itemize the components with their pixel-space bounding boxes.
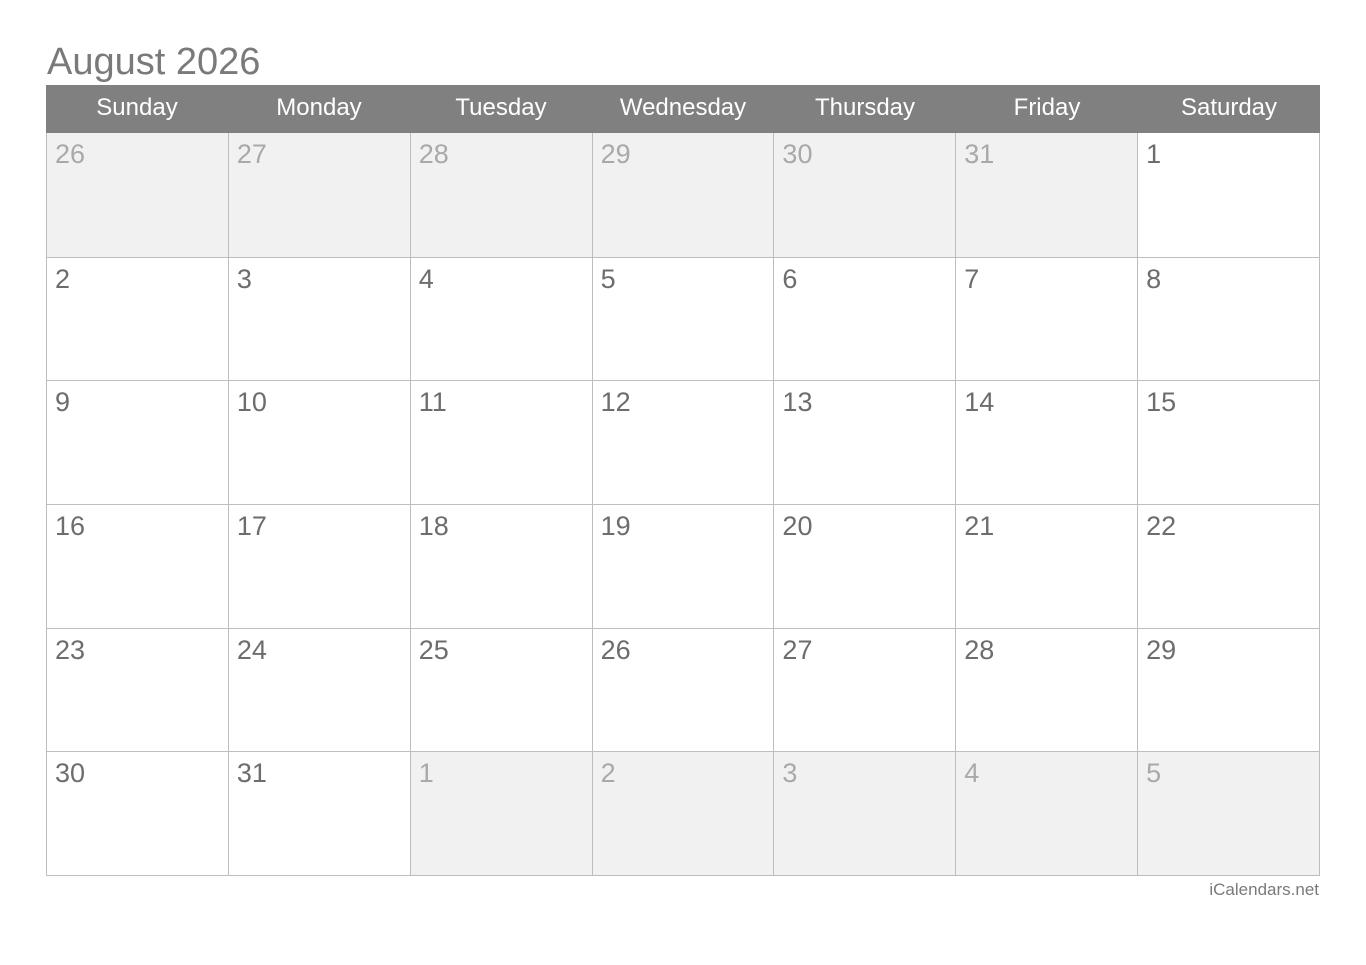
day-cell: 6: [774, 256, 957, 381]
footer-credit: iCalendars.net: [1209, 880, 1319, 899]
day-cell: 11: [410, 380, 593, 505]
day-cell-other-month: 28: [410, 133, 593, 257]
day-number: 5: [1146, 758, 1162, 789]
weekday-label: Monday: [276, 94, 362, 121]
day-number: 2: [600, 758, 616, 789]
day-cell: 15: [1138, 380, 1320, 505]
day-number: 30: [55, 758, 86, 789]
day-number: 31: [964, 139, 995, 169]
weekday-label: Sunday: [96, 94, 178, 121]
day-cell: 12: [592, 380, 775, 505]
day-number: 28: [964, 634, 995, 665]
day-cell-other-month: 5: [1138, 751, 1320, 876]
weekday-label: Saturday: [1180, 94, 1278, 121]
day-number: 31: [236, 758, 267, 789]
day-number: 9: [55, 387, 71, 418]
day-cell: 23: [47, 627, 229, 752]
day-cell: 13: [774, 380, 957, 505]
day-number: 21: [964, 511, 995, 542]
day-number: 18: [418, 511, 449, 542]
day-number: 1: [418, 758, 434, 789]
day-cell: 16: [47, 504, 229, 628]
day-cell: 20: [774, 504, 957, 628]
day-cell-other-month: 30: [774, 133, 957, 257]
day-cell-other-month: 2: [592, 751, 775, 876]
calendar-title: August 2026: [47, 41, 261, 83]
day-cell: 17: [228, 504, 411, 628]
day-cell: 27: [774, 627, 957, 752]
day-number: 20: [782, 511, 813, 542]
day-number: 2: [55, 263, 71, 294]
day-number: 25: [418, 634, 449, 665]
day-cell: 4: [410, 256, 593, 381]
day-number: 29: [600, 139, 631, 169]
weekday-label: Tuesday: [455, 94, 547, 121]
weekday-label: Thursday: [814, 94, 916, 121]
day-cell: 1: [1138, 133, 1320, 257]
day-cell: 28: [956, 627, 1139, 752]
day-cell: 2: [47, 256, 229, 381]
day-number: 29: [1146, 634, 1177, 665]
day-number: 19: [600, 511, 631, 542]
day-number: 8: [1146, 263, 1162, 294]
day-number: 17: [236, 511, 267, 542]
day-number: 26: [600, 634, 631, 665]
day-number: 22: [1146, 511, 1177, 542]
day-cell-other-month: 27: [228, 133, 411, 257]
day-number: 1: [1146, 139, 1162, 169]
weekday-header: Sunday Monday Tuesday Wednesday Thursday Frid…: [46, 85, 1320, 133]
calendar-grid: 26 27 28 29 30 31 1 2 3 4 5 6 7 8 9 10 11 12 13 14 15 16 17 18 1…: [46, 133, 1320, 877]
day-cell: 8: [1138, 256, 1320, 381]
day-cell: 19: [592, 504, 775, 628]
day-cell: 14: [956, 380, 1139, 505]
day-number: 7: [964, 263, 980, 294]
day-number: 28: [418, 139, 449, 169]
calendar: Sunday Monday Tuesday Wednesday Thursday Frid…: [46, 85, 1320, 877]
day-cell: 24: [228, 627, 411, 752]
day-cell: 9: [47, 380, 229, 505]
day-cell: 21: [956, 504, 1139, 628]
day-cell: 31: [228, 751, 411, 876]
weekday-label: Wednesday: [619, 94, 747, 121]
day-cell-other-month: 1: [410, 751, 593, 876]
day-number: 3: [782, 758, 798, 789]
day-cell: 5: [592, 256, 775, 381]
day-number: 27: [236, 139, 267, 169]
day-number: 26: [55, 139, 86, 169]
day-cell: 18: [410, 504, 593, 628]
day-cell: 29: [1138, 627, 1320, 752]
day-number: 11: [418, 387, 447, 418]
day-cell-other-month: 31: [956, 133, 1139, 257]
day-number: 13: [782, 387, 813, 418]
day-cell: 30: [47, 751, 229, 876]
day-cell-other-month: 4: [956, 751, 1139, 876]
day-number: 3: [236, 263, 252, 294]
day-number: 12: [600, 387, 631, 418]
day-number: 5: [600, 263, 616, 294]
day-cell-other-month: 29: [592, 133, 775, 257]
day-number: 10: [236, 387, 267, 418]
day-number: 16: [55, 511, 86, 542]
day-cell: 7: [956, 256, 1139, 381]
weekday-label: Friday: [1013, 94, 1081, 121]
day-number: 24: [236, 634, 267, 665]
day-number: 23: [55, 634, 86, 665]
day-cell-other-month: 26: [47, 133, 229, 257]
day-number: 4: [964, 758, 980, 789]
day-cell: 3: [228, 256, 411, 381]
day-number: 30: [782, 139, 813, 169]
day-number: 6: [782, 263, 798, 294]
day-number: 14: [964, 387, 995, 418]
day-cell-other-month: 3: [774, 751, 957, 876]
day-cell: 26: [592, 627, 775, 752]
day-number: 4: [418, 263, 434, 294]
day-cell: 22: [1138, 504, 1320, 628]
day-number: 15: [1146, 387, 1177, 418]
day-cell: 25: [410, 627, 593, 752]
day-cell: 10: [228, 380, 411, 505]
day-number: 27: [782, 634, 813, 665]
